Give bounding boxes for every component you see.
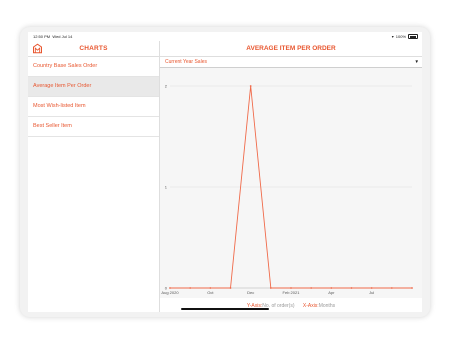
x-tick-label: Aug 2020 — [161, 290, 179, 295]
sidebar-item-average-item-per-order[interactable]: Average Item Per Order — [28, 77, 159, 97]
data-point — [269, 287, 272, 289]
x-tick-label: Feb 2021 — [283, 290, 301, 295]
legend-x-value: Months — [318, 303, 336, 309]
sidebar-header: CHARTS — [28, 41, 159, 57]
battery-text: 100% — [395, 34, 406, 39]
status-time-text: 12:50 PM — [33, 34, 51, 39]
data-point — [249, 85, 252, 87]
data-point — [411, 287, 413, 289]
status-indicators: ▾ 100% — [392, 34, 418, 39]
data-point — [189, 287, 192, 289]
data-point — [350, 287, 353, 289]
status-time: 12:50 PM Wed Jul 14 — [33, 34, 72, 39]
chart-canvas: 012Aug 2020 Oct Dec Feb 2021 Apr Jul — [161, 84, 413, 295]
main-panel: AVERAGE ITEM PER ORDER Current Year Sale… — [160, 41, 422, 312]
line-chart: 0 1 2 Aug 2020 Oct Dec Feb 2021 Apr Jul — [160, 68, 422, 298]
status-bar: 12:50 PM Wed Jul 14 ▾ 100% — [28, 32, 422, 41]
chevron-down-icon: ▼ — [414, 59, 419, 64]
sidebar-item-best-seller-item[interactable]: Best Seller Item — [28, 117, 159, 137]
x-tick-label: Dec — [247, 290, 254, 295]
data-point — [169, 287, 171, 289]
home-indicator — [181, 308, 269, 310]
y-tick-label: 2 — [165, 84, 168, 89]
y-tick-label: 1 — [165, 185, 168, 190]
battery-icon — [408, 34, 418, 39]
sales-period-value: Current Year Sales — [165, 59, 207, 65]
x-tick-label: Apr — [328, 290, 335, 295]
wifi-icon: ▾ — [391, 34, 394, 39]
sales-period-dropdown[interactable]: Current Year Sales ▼ — [160, 57, 422, 68]
x-tick-label: Jul — [369, 290, 374, 295]
data-point — [390, 287, 393, 289]
data-point — [330, 287, 333, 289]
data-point — [209, 287, 212, 289]
status-date-text: Wed Jul 14 — [52, 34, 73, 39]
data-point — [310, 287, 313, 289]
data-point — [370, 287, 373, 289]
sidebar-title: CHARTS — [79, 45, 108, 52]
ipad-frame: 12:50 PM Wed Jul 14 ▾ 100% CHARTS Countr… — [20, 27, 430, 317]
sidebar: CHARTS Country Base Sales Order Average … — [28, 41, 160, 312]
sidebar-item-most-wishlisted-item[interactable]: Most Wish-listed Item — [28, 97, 159, 117]
x-tick-label: Oct — [207, 290, 214, 295]
data-point — [229, 287, 232, 289]
app-screen: 12:50 PM Wed Jul 14 ▾ 100% CHARTS Countr… — [28, 32, 422, 312]
page-title: AVERAGE ITEM PER ORDER — [160, 41, 422, 57]
legend-x-key: X-Axis: — [302, 303, 319, 309]
data-point — [290, 287, 292, 289]
sidebar-item-country-base-sales-order[interactable]: Country Base Sales Order — [28, 57, 159, 77]
